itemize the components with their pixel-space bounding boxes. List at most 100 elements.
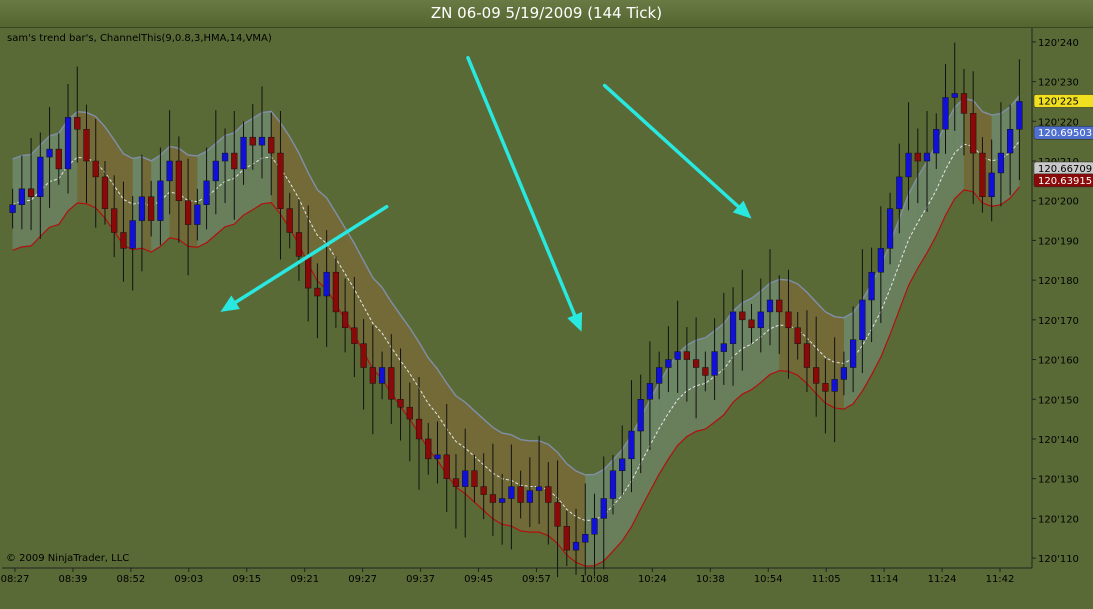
- price-bar: [988, 172, 995, 197]
- indicator-label: sam's trend bar's, ChannelThis(9,0.8,3,H…: [7, 33, 272, 44]
- band-upper-segment: [511, 434, 521, 486]
- price-bar: [840, 367, 848, 380]
- price-bar: [295, 232, 303, 257]
- band-lower-segment: [686, 385, 697, 437]
- time-tick-label: 09:27: [348, 574, 377, 585]
- price-bar: [1007, 129, 1014, 154]
- price-badge-label: 120'225: [1038, 96, 1079, 107]
- time-tick-label: 11:42: [986, 574, 1015, 585]
- price-bar: [157, 180, 164, 221]
- time-tick-label: 11:24: [928, 574, 957, 585]
- band-upper-segment: [529, 440, 540, 487]
- price-bar: [434, 454, 441, 460]
- band-upper-segment: [502, 433, 512, 481]
- time-tick-label: 08:52: [116, 574, 145, 585]
- price-bar: [813, 367, 820, 384]
- price-bar: [175, 160, 182, 201]
- price-chart[interactable]: 120'110 120'120 120'130 120'140 120'150 120'1…: [0, 0, 1093, 609]
- price-bar: [757, 311, 764, 329]
- price-bar: [138, 196, 146, 221]
- time-tick-label: 09:57: [522, 574, 551, 585]
- price-badge-label: 120.66709: [1038, 164, 1092, 175]
- price-bar: [443, 454, 450, 479]
- price-bar: [397, 399, 404, 408]
- price-bar: [951, 93, 958, 98]
- price-bar: [489, 494, 497, 503]
- band-upper-segment: [566, 463, 577, 517]
- price-bar: [221, 152, 229, 162]
- time-tick-label: 10:24: [638, 574, 667, 585]
- trend-arrow: [466, 56, 577, 317]
- price-bar: [369, 367, 376, 384]
- time-tick-label: 09:03: [174, 574, 203, 585]
- price-bar: [656, 367, 663, 384]
- price-bar: [970, 113, 977, 154]
- price-bar: [92, 160, 99, 178]
- price-bar: [905, 152, 912, 178]
- band-lower-segment: [760, 328, 770, 383]
- price-bar: [37, 156, 44, 197]
- band-upper-segment: [317, 189, 327, 244]
- price-bar: [425, 438, 432, 460]
- price-bar: [184, 200, 192, 225]
- band-lower-segment: [696, 383, 706, 432]
- band-lower-segment: [252, 158, 262, 210]
- band-upper-segment: [188, 155, 198, 202]
- price-bar: [74, 117, 81, 130]
- price-bar: [120, 232, 127, 249]
- band-lower-segment: [215, 181, 226, 235]
- price-bar: [314, 287, 321, 297]
- price-tick-label: 120'230: [1038, 78, 1079, 89]
- price-bar: [923, 152, 931, 162]
- price-bar: [194, 204, 201, 225]
- price-bar: [702, 367, 709, 376]
- band-lower-segment: [714, 369, 724, 423]
- price-bar: [979, 152, 986, 198]
- time-tick-label: 10:08: [580, 574, 609, 585]
- trend-arrow-head: [220, 295, 240, 312]
- price-bar: [794, 327, 801, 344]
- price-bar: [1016, 101, 1023, 130]
- price-bar: [462, 470, 469, 487]
- price-bar: [166, 160, 173, 182]
- price-bar: [997, 152, 1005, 174]
- time-tick-label: 08:27: [1, 574, 30, 585]
- price-bar: [268, 136, 275, 154]
- price-bar: [711, 351, 718, 376]
- price-bar: [212, 160, 219, 182]
- band-upper-segment: [539, 440, 549, 491]
- price-tick-label: 120'120: [1038, 514, 1079, 525]
- band-lower-segment: [733, 348, 743, 403]
- price-bar: [748, 319, 755, 329]
- price-bar: [378, 367, 386, 384]
- price-bar: [323, 271, 330, 297]
- price-bar: [619, 458, 626, 471]
- price-bar: [471, 470, 478, 487]
- price-bar: [46, 148, 53, 158]
- price-bar: [831, 379, 838, 392]
- price-bar: [240, 136, 247, 170]
- trend-arrow: [602, 83, 740, 209]
- band-lower-segment: [49, 178, 59, 228]
- price-bar: [859, 299, 866, 340]
- price-tick-label: 120'150: [1038, 395, 1079, 406]
- price-bar: [101, 176, 109, 209]
- price-bar: [203, 180, 210, 205]
- price-bar: [27, 188, 35, 197]
- price-bar: [18, 188, 25, 205]
- price-bar: [526, 490, 533, 503]
- price-tick-label: 120'110: [1038, 554, 1079, 565]
- price-bar: [692, 359, 700, 368]
- time-axis: 08:27 08:39 08:52 09:03 09:15 09:21 09:27 09:37…: [1, 567, 1032, 585]
- price-bar: [9, 204, 16, 213]
- time-tick-label: 11:05: [812, 574, 841, 585]
- price-bar: [249, 136, 256, 146]
- time-tick-label: 10:38: [696, 574, 725, 585]
- price-tick-label: 120'240: [1038, 38, 1079, 49]
- price-bar: [933, 129, 940, 154]
- chart-window: ZN 06-09 5/19/2009 (144 Tick) 120'110 120…: [0, 0, 1093, 609]
- price-badge-label: 120.63915: [1038, 176, 1092, 187]
- price-bar: [342, 311, 349, 329]
- price-tick-label: 120'180: [1038, 276, 1079, 287]
- price-bar: [600, 498, 607, 519]
